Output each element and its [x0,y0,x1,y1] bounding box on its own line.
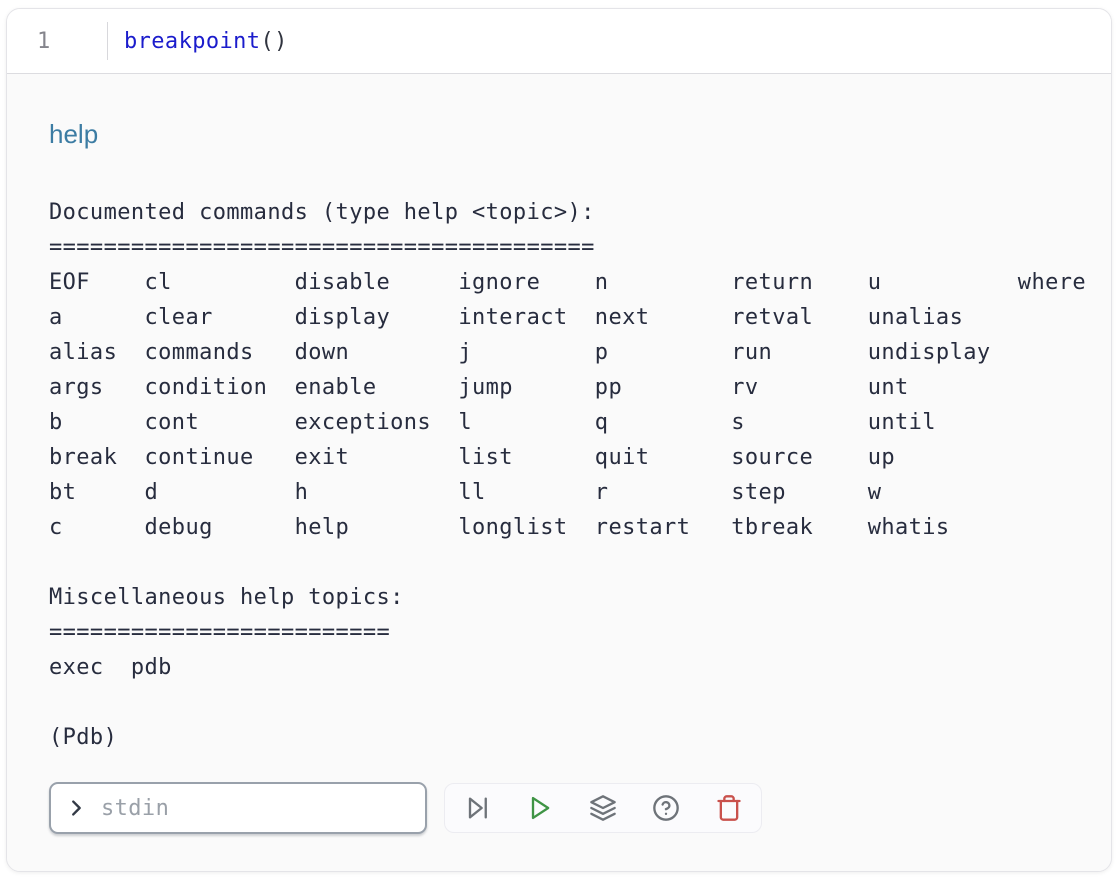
run-button[interactable] [521,791,559,825]
controls-row [49,782,1069,834]
prompt-chevron-icon [65,797,87,819]
line-number-gutter: 1 [7,9,107,73]
run-icon [526,794,554,822]
stdin-input-box[interactable] [49,782,427,834]
trash-icon [715,794,743,822]
help-button[interactable] [647,791,685,825]
debugger-repl-widget: 1 breakpoint() help Documented commands … [6,8,1112,872]
console-panel: help Documented commands (type help <top… [7,73,1111,871]
code-punctuation-token: () [260,29,287,54]
code-builtin-token: breakpoint [124,29,260,54]
stdin-input[interactable] [99,795,411,822]
stack-button[interactable] [584,791,622,825]
debug-toolbar [444,783,762,833]
step-forward-icon [463,794,491,822]
help-icon [652,794,680,822]
code-line[interactable]: breakpoint() [108,9,288,73]
stack-icon [589,794,617,822]
pdb-output: Documented commands (type help <topic>):… [49,195,1069,755]
echoed-command: help [49,118,1069,150]
code-editor[interactable]: 1 breakpoint() [7,9,1111,73]
line-number: 1 [37,29,50,54]
step-button[interactable] [458,791,496,825]
clear-button[interactable] [710,791,748,825]
